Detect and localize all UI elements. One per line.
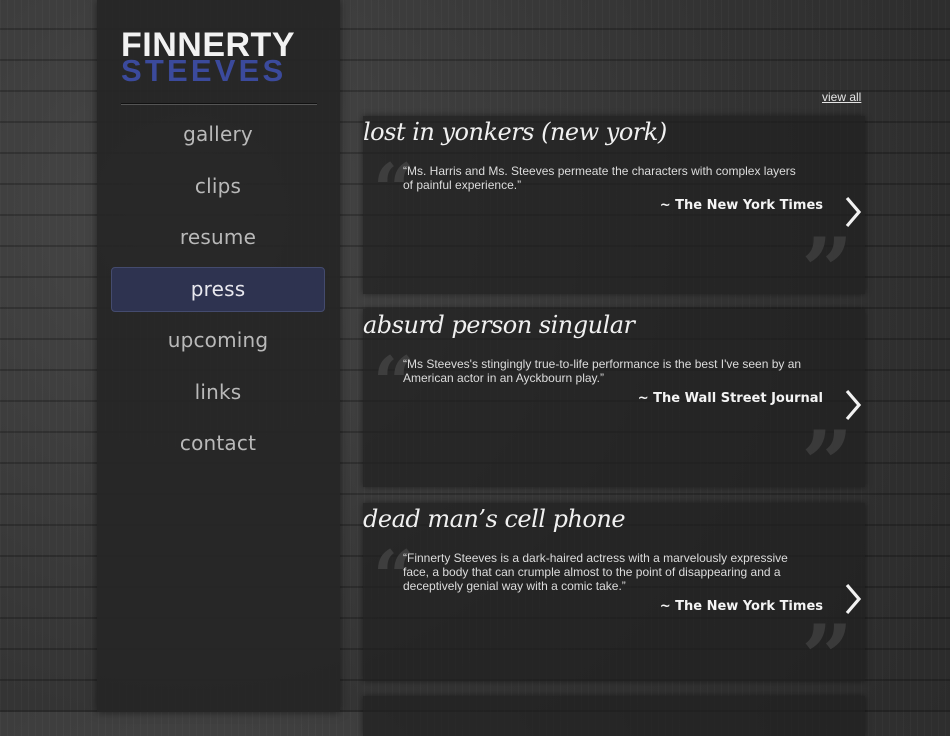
view-all-link[interactable]: view all (822, 90, 861, 104)
press-card: absurd person singular “ “Ms Steeves's s… (363, 309, 865, 509)
logo-divider (121, 103, 317, 105)
sidebar: FINNERTY STEEVES gallery clips resume pr… (97, 0, 340, 712)
close-quote-icon: ” (801, 218, 853, 324)
press-quote: “Ms. Harris and Ms. Steeves permeate the… (403, 164, 796, 192)
nav-item-links[interactable]: links (111, 370, 325, 415)
press-source: ~ The New York Times (659, 198, 823, 213)
close-quote-icon: ” (801, 411, 853, 517)
press-source: ~ The New York Times (659, 599, 823, 614)
nav-item-upcoming[interactable]: upcoming (111, 318, 325, 363)
press-quote: “Finnerty Steeves is a dark-haired actre… (403, 551, 788, 593)
main-nav: gallery clips resume press upcoming link… (111, 112, 325, 473)
nav-item-clips[interactable]: clips (111, 164, 325, 209)
press-card: dead man’s cell phone “ “Finnerty Steeve… (363, 503, 865, 703)
nav-item-press[interactable]: press (111, 266, 325, 312)
press-title: dead man’s cell phone (363, 505, 626, 533)
nav-item-resume[interactable]: resume (111, 215, 325, 260)
press-quote: “Ms Steeves's stingingly true-to-life pe… (403, 357, 802, 385)
press-card (363, 696, 865, 736)
nav-item-gallery[interactable]: gallery (111, 112, 325, 157)
site-logo[interactable]: FINNERTY STEEVES (121, 28, 317, 86)
close-quote-icon: ” (801, 605, 853, 711)
press-title: absurd person singular (363, 311, 635, 339)
nav-item-contact[interactable]: contact (111, 421, 325, 466)
press-card: lost in yonkers (new york) “ “Ms. Harris… (363, 116, 865, 316)
press-source: ~ The Wall Street Journal (637, 391, 823, 406)
press-title: lost in yonkers (new york) (363, 118, 667, 146)
